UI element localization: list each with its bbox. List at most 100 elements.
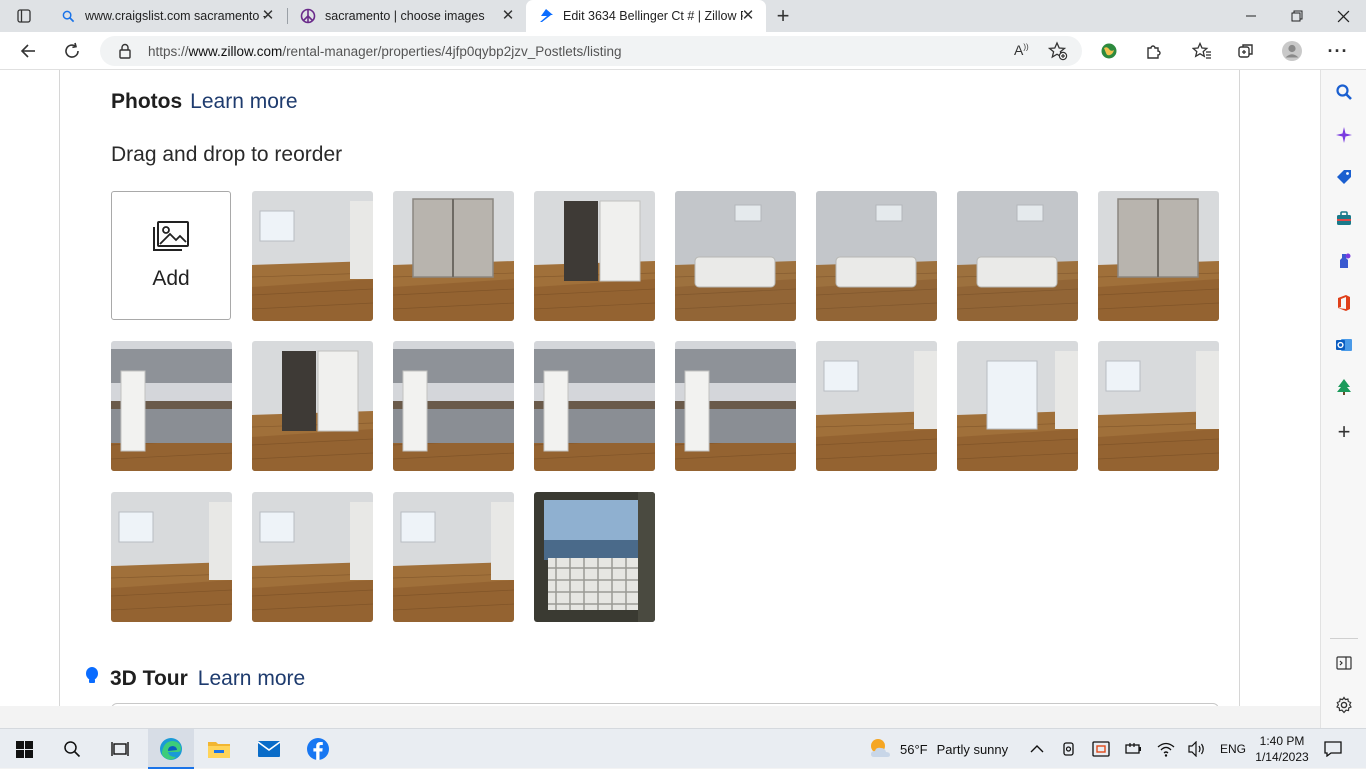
photo-thumbnail[interactable] — [252, 341, 373, 471]
content-border-left — [59, 70, 60, 706]
clock-time: 1:40 PM — [1259, 734, 1305, 748]
input-language[interactable]: ENG — [1220, 729, 1246, 769]
photo-thumbnail[interactable] — [534, 341, 655, 471]
new-tab-icon[interactable]: + — [768, 1, 798, 31]
edge-sidebar: + — [1320, 70, 1366, 728]
photo-thumbnail[interactable] — [957, 341, 1078, 471]
facebook-icon[interactable] — [303, 735, 333, 763]
search-icon — [60, 8, 76, 24]
weather-temp: 56°F — [900, 741, 928, 757]
tab-craigslist[interactable]: www.craigslist.com sacramento - ✕ — [48, 0, 286, 32]
photo-thumbnail[interactable] — [534, 492, 655, 622]
back-icon[interactable] — [13, 36, 43, 66]
screen-capture-icon[interactable] — [1092, 729, 1110, 769]
photo-thumbnail[interactable] — [393, 341, 514, 471]
sidebar-outlook-icon[interactable] — [1332, 333, 1356, 357]
refresh-icon[interactable] — [57, 36, 87, 66]
file-explorer-icon[interactable] — [204, 735, 234, 763]
sidebar-settings-icon[interactable] — [1332, 693, 1356, 717]
photo-thumbnail[interactable] — [957, 191, 1078, 321]
sidebar-games-icon[interactable] — [1332, 249, 1356, 273]
sidebar-shopping-icon[interactable] — [1332, 165, 1356, 189]
sidebar-copilot-icon[interactable] — [1332, 123, 1356, 147]
weather-desc: Partly sunny — [936, 741, 1009, 757]
photo-thumbnail[interactable] — [675, 191, 796, 321]
read-aloud-icon[interactable]: A)) — [1014, 42, 1029, 58]
add-photo-label: Add — [152, 267, 190, 290]
tour-learn-more-link[interactable]: Learn more — [198, 667, 305, 691]
lightbulb-icon — [84, 666, 100, 692]
sidebar-tools-icon[interactable] — [1332, 207, 1356, 231]
taskbar-search-icon[interactable] — [57, 735, 87, 763]
edge-icon[interactable] — [156, 735, 186, 763]
weather-widget[interactable]: 56°F Partly sunny — [868, 729, 1008, 769]
photo-thumbnail[interactable] — [111, 492, 232, 622]
url-text: https://www.zillow.com/rental-manager/pr… — [148, 43, 622, 59]
page-scroll-area — [0, 706, 1320, 728]
more-menu-icon[interactable]: ··· — [1323, 36, 1353, 66]
mail-icon[interactable] — [254, 735, 284, 763]
windows-taskbar: 56°F Partly sunny ENG 1:40 PM 1/14/2023 — [0, 728, 1366, 769]
lock-icon[interactable] — [118, 43, 132, 62]
photo-thumbnail[interactable] — [675, 341, 796, 471]
tour-title: 3D Tour — [110, 667, 188, 690]
photo-thumbnail[interactable] — [1098, 191, 1219, 321]
tab-strip: www.craigslist.com sacramento - ✕ sacram… — [0, 0, 1366, 32]
clock[interactable]: 1:40 PM 1/14/2023 — [1254, 729, 1310, 769]
peace-icon — [300, 8, 316, 24]
address-bar[interactable]: https://www.zillow.com/rental-manager/pr… — [100, 36, 1082, 66]
reorder-instruction: Drag and drop to reorder — [111, 143, 343, 166]
notifications-icon[interactable] — [1324, 729, 1342, 769]
favorites-icon[interactable] — [1187, 36, 1217, 66]
task-view-icon[interactable] — [105, 735, 135, 763]
content-border-right — [1239, 70, 1240, 706]
sidebar-split-screen-icon[interactable] — [1332, 651, 1356, 675]
photo-thumbnail[interactable] — [816, 191, 937, 321]
photos-title: Photos — [111, 90, 183, 113]
collections-icon[interactable] — [1231, 36, 1261, 66]
photo-thumbnail[interactable] — [252, 492, 373, 622]
close-icon[interactable]: ✕ — [740, 8, 756, 24]
photos-heading: Photos Learn more — [111, 90, 298, 114]
vpn-globe-icon[interactable] — [1094, 36, 1124, 66]
photo-thumbnail[interactable] — [816, 341, 937, 471]
photo-thumbnail[interactable] — [393, 492, 514, 622]
add-favorite-icon[interactable] — [1047, 41, 1068, 64]
photo-thumbnail[interactable] — [111, 341, 232, 471]
extensions-icon[interactable] — [1138, 36, 1168, 66]
close-icon[interactable]: ✕ — [260, 8, 276, 24]
photo-thumbnail[interactable] — [393, 191, 514, 321]
volume-icon[interactable] — [1188, 729, 1206, 769]
photo-thumbnail[interactable] — [1098, 341, 1219, 471]
page-content: Photos Learn more Drag and drop to reorde… — [0, 70, 1320, 706]
photos-learn-more-link[interactable]: Learn more — [190, 90, 297, 113]
tab-title: Edit 3634 Bellinger Ct # | Zillow R — [563, 9, 743, 23]
tab-actions-icon[interactable] — [9, 1, 39, 31]
sidebar-tree-icon[interactable] — [1332, 375, 1356, 399]
show-hidden-icons-chevron-up-icon[interactable] — [1030, 729, 1044, 769]
photo-thumbnail[interactable] — [534, 191, 655, 321]
sidebar-search-icon[interactable] — [1332, 80, 1356, 104]
tab-title: sacramento | choose images — [325, 9, 485, 23]
start-icon[interactable] — [9, 735, 39, 763]
profile-avatar-icon[interactable] — [1277, 36, 1307, 66]
tour-heading: 3D Tour Learn more — [84, 666, 305, 692]
sidebar-divider — [1330, 638, 1358, 639]
image-add-icon — [152, 220, 190, 257]
restore-icon[interactable] — [1282, 1, 1312, 31]
tab-zillow-edit[interactable]: Edit 3634 Bellinger Ct # | Zillow R ✕ — [526, 0, 766, 32]
meet-now-icon[interactable] — [1061, 729, 1077, 769]
window-close-icon[interactable] — [1328, 1, 1358, 31]
partly-sunny-icon — [868, 737, 892, 762]
photo-thumbnail[interactable] — [252, 191, 373, 321]
tab-title: www.craigslist.com sacramento - — [85, 9, 265, 23]
sidebar-office-icon[interactable] — [1332, 291, 1356, 315]
battery-plug-icon[interactable] — [1125, 729, 1143, 769]
tab-choose-images[interactable]: sacramento | choose images ✕ — [288, 0, 526, 32]
sidebar-add-icon[interactable]: + — [1332, 419, 1356, 444]
browser-toolbar: https://www.zillow.com/rental-manager/pr… — [0, 32, 1366, 70]
close-icon[interactable]: ✕ — [500, 8, 516, 24]
wifi-icon[interactable] — [1157, 729, 1175, 769]
add-photo-button[interactable]: Add — [111, 191, 231, 320]
minimize-icon[interactable] — [1236, 1, 1266, 31]
